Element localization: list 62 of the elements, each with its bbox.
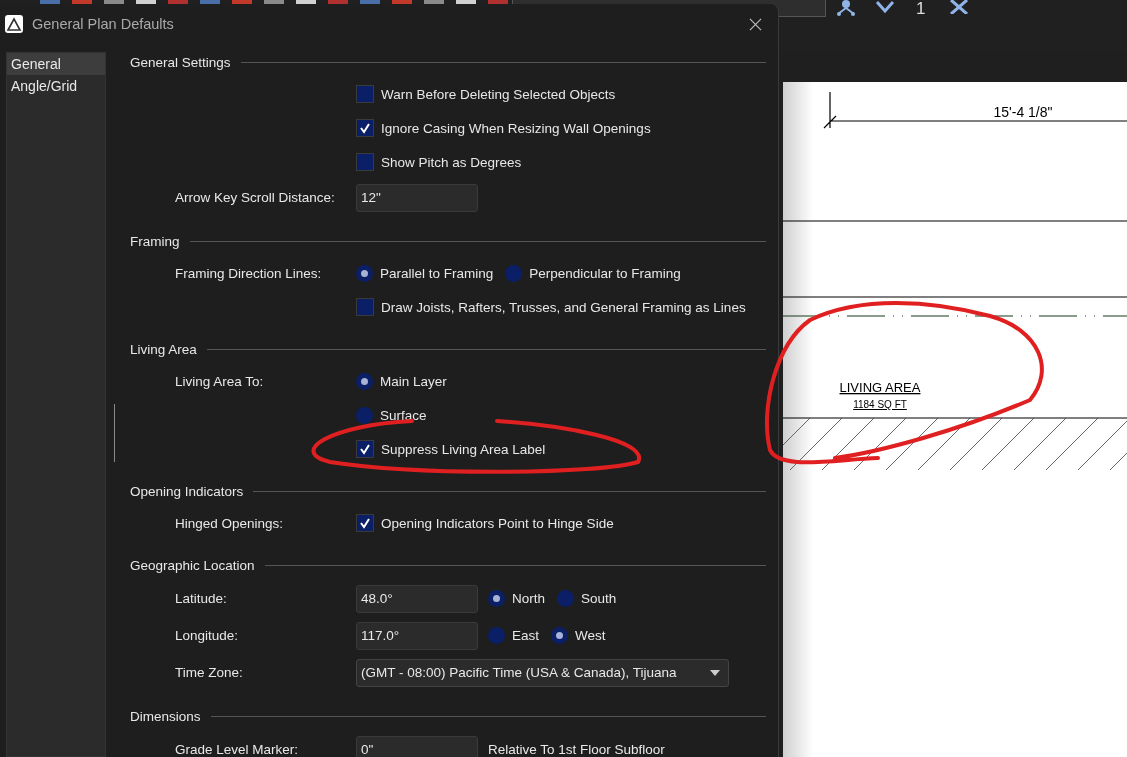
text-field[interactable]: 117.0° <box>356 621 478 650</box>
checkbox-option[interactable]: Opening Indicators Point to Hinge Side <box>356 514 614 532</box>
radio-button[interactable] <box>557 590 574 607</box>
radio-option[interactable]: North <box>488 590 545 607</box>
chevron-down-icon[interactable] <box>874 0 896 14</box>
app-logo-icon <box>4 14 24 34</box>
section-title: Dimensions <box>130 708 201 724</box>
field-label: Time Zone: <box>175 665 243 680</box>
checkbox-option[interactable]: Ignore Casing When Resizing Wall Openings <box>356 119 651 137</box>
checkbox[interactable] <box>356 153 374 171</box>
window-title: General Plan Defaults <box>32 16 175 32</box>
radio-option[interactable]: West <box>551 627 606 644</box>
checkbox-option[interactable]: Warn Before Deleting Selected Objects <box>356 85 616 103</box>
field-label: Hinged Openings: <box>175 515 284 531</box>
dropdown[interactable]: (GMT - 08:00) Pacific Time (USA & Canada), Tijuana <box>356 658 729 687</box>
radio-button[interactable] <box>488 590 505 607</box>
radio-button[interactable] <box>551 627 568 644</box>
checkbox[interactable] <box>356 514 374 532</box>
radio-button[interactable] <box>488 627 505 644</box>
field-label: Framing Direction Lines: <box>175 265 322 281</box>
radio-button[interactable] <box>505 264 523 282</box>
text-field[interactable]: 48.0° <box>356 584 478 613</box>
section-title: Framing <box>130 233 180 249</box>
checkbox-option[interactable]: Suppress Living Area Label <box>356 440 546 458</box>
radio-option[interactable]: Main Layer <box>356 372 447 390</box>
room-area: 1184 SQ FT <box>853 399 907 410</box>
radio-option[interactable]: East <box>488 627 539 644</box>
radio-button[interactable] <box>356 264 373 282</box>
splitter-handle[interactable] <box>114 404 115 462</box>
toolbar-counter: 1 <box>916 0 926 18</box>
text-field[interactable]: 12" <box>356 183 478 212</box>
section-title: General Settings <box>130 54 231 70</box>
section-title: Geographic Location <box>130 557 255 573</box>
field-label: Latitude: <box>175 591 227 606</box>
text-field[interactable]: 0" <box>356 735 478 757</box>
radio-option[interactable]: Perpendicular to Framing <box>505 264 681 282</box>
checkbox-option[interactable]: Show Pitch as Degrees <box>356 153 522 171</box>
caret-icon <box>710 669 720 676</box>
checkbox-option[interactable]: Draw Joists, Rafters, Trusses, and General Framing as Lines <box>356 298 746 316</box>
close-icon[interactable] <box>948 0 970 14</box>
checkbox[interactable] <box>356 298 374 316</box>
radio-option[interactable]: Parallel to Framing <box>356 264 494 282</box>
close-icon[interactable] <box>749 17 762 31</box>
checkbox[interactable] <box>356 85 374 103</box>
dimension-label: 15'-4 1/8" <box>993 104 1053 120</box>
checkbox[interactable] <box>356 119 374 137</box>
node-icon[interactable] <box>834 0 858 16</box>
radio-option[interactable]: Surface <box>356 406 427 424</box>
sidebar-item[interactable]: General <box>7 53 105 75</box>
radio-button[interactable] <box>356 406 373 424</box>
room-name: LIVING AREA <box>839 380 921 395</box>
field-note: Relative To 1st Floor Subfloor <box>488 742 665 757</box>
field-label: Arrow Key Scroll Distance: <box>175 190 335 205</box>
checkbox[interactable] <box>356 440 374 458</box>
radio-button[interactable] <box>356 372 373 390</box>
section-title: Living Area <box>130 341 197 357</box>
section-title: Opening Indicators <box>130 483 244 499</box>
field-label: Living Area To: <box>175 373 264 389</box>
field-label: Longitude: <box>175 628 239 643</box>
sidebar-item[interactable]: Angle/Grid <box>7 75 105 97</box>
radio-option[interactable]: South <box>557 590 617 607</box>
field-label: Grade Level Marker: <box>175 742 299 757</box>
